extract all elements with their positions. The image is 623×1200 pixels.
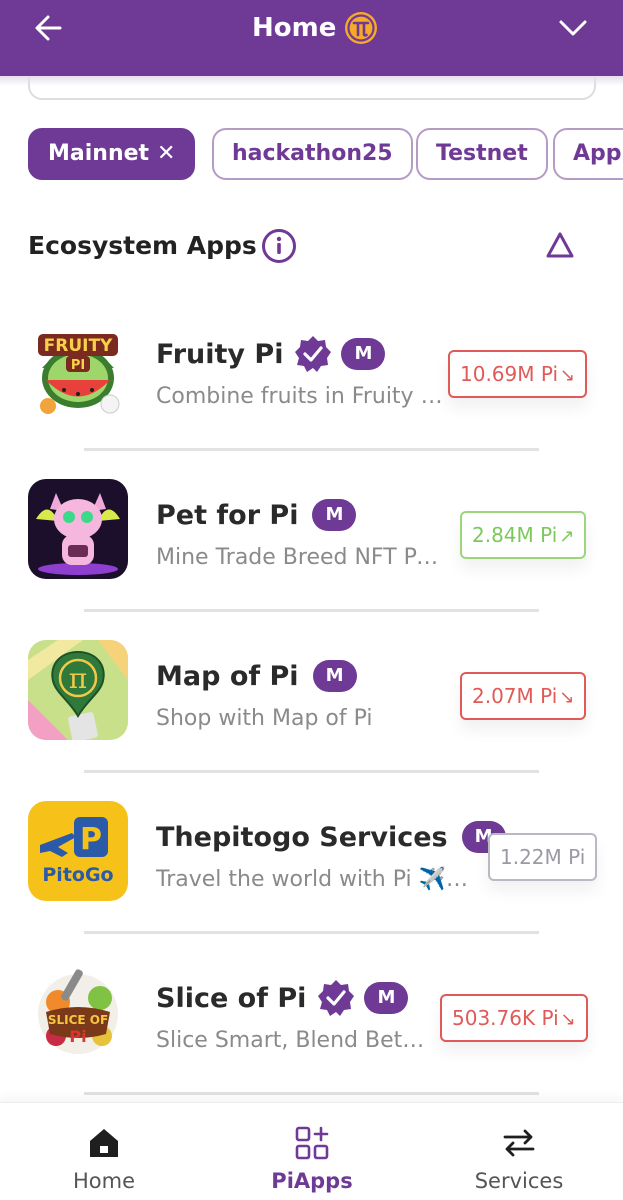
app-name: Map of Pi	[156, 660, 299, 692]
app-name: Pet for Pi	[156, 499, 299, 531]
chip-testnet[interactable]: Testnet	[416, 128, 548, 180]
page-title: Home	[252, 13, 337, 43]
app-title-row: Thepitogo Services M	[156, 817, 506, 857]
app-name: Slice of Pi	[156, 982, 307, 1014]
nav-item-services[interactable]: Services	[415, 1103, 623, 1200]
list-item[interactable]: P PitoGo Thepitogo Services M Travel the…	[0, 773, 623, 934]
verified-icon	[318, 980, 355, 1016]
svg-text:π: π	[69, 662, 87, 695]
app-description: Slice Smart, Blend Better	[156, 1028, 432, 1053]
list-item[interactable]: Pet for Pi M Mine Trade Breed NFT Pets 2…	[0, 451, 623, 612]
trend-down-icon: ↘	[560, 1009, 576, 1030]
list-item[interactable]: FRUITY PI Fruity Pi M Combine fruits in …	[0, 290, 623, 451]
stat-badge: 503.76K Pi ↘	[440, 994, 588, 1042]
app-title-row: Map of Pi M	[156, 656, 357, 696]
app-name: Thepitogo Services	[156, 821, 448, 853]
stat-value: 1.22M Pi	[500, 845, 586, 869]
nav-label: Home	[72, 1169, 135, 1193]
slice-logo-pi: Pi	[69, 1027, 86, 1046]
apps-grid-icon	[295, 1126, 329, 1160]
svg-text:P: P	[80, 822, 102, 857]
pitogo-app-icon: P PitoGo	[28, 801, 128, 901]
trend-down-icon: ↘	[560, 365, 576, 386]
info-icon[interactable]	[261, 228, 297, 264]
app-description: Travel the world with Pi ✈️ and more	[156, 867, 474, 892]
stat-badge: 10.69M Pi ↘	[448, 350, 588, 398]
fruity-pi-app-icon: FRUITY PI	[28, 318, 128, 418]
pi-logo-icon	[343, 10, 379, 46]
header-shadow	[0, 76, 623, 86]
stat-value: 2.07M Pi	[472, 684, 558, 708]
triangle-up-icon[interactable]	[544, 230, 576, 260]
fruity-logo-text: FRUITY	[44, 336, 113, 356]
chip-label: App	[573, 141, 622, 166]
divider	[84, 1092, 539, 1095]
app-title-row: Slice of Pi M	[156, 978, 409, 1018]
bottom-nav: Home PiApps Services	[0, 1102, 623, 1200]
filter-chips: Mainnet ✕ hackathon25 Testnet App	[0, 128, 623, 182]
stat-value: 503.76K Pi	[452, 1006, 559, 1030]
verified-icon	[295, 336, 332, 372]
pitogo-logo-text: PitoGo	[42, 864, 113, 886]
pet-for-pi-app-icon	[28, 479, 128, 579]
slice-logo-text: SLICE OF	[48, 1013, 108, 1027]
stat-badge: 1.22M Pi	[488, 833, 598, 881]
mainnet-badge: M	[312, 660, 357, 692]
nav-label: PiApps	[271, 1169, 353, 1193]
swap-arrows-icon	[503, 1129, 535, 1157]
chip-label: hackathon25	[232, 141, 393, 166]
app-description: Mine Trade Breed NFT Pets	[156, 545, 446, 570]
stat-badge: 2.84M Pi ↗	[460, 511, 587, 559]
nav-item-piapps[interactable]: PiApps	[208, 1103, 416, 1200]
fruity-logo-pi: PI	[71, 358, 85, 373]
back-button[interactable]	[30, 10, 70, 46]
mainnet-badge: M	[312, 499, 357, 531]
stat-value: 2.84M Pi	[472, 523, 558, 547]
app-title-row: Pet for Pi M	[156, 495, 357, 535]
trend-up-icon: ↗	[559, 526, 575, 547]
map-of-pi-app-icon: π	[28, 640, 128, 740]
chip-app[interactable]: App	[553, 128, 623, 180]
chip-mainnet[interactable]: Mainnet ✕	[28, 128, 196, 180]
chevron-down-icon	[559, 20, 587, 36]
app-title-row: Fruity Pi M	[156, 334, 386, 374]
chip-hackathon25[interactable]: hackathon25	[212, 128, 413, 180]
stat-badge: 2.07M Pi ↘	[460, 672, 587, 720]
home-icon	[90, 1129, 118, 1157]
arrow-left-icon	[35, 15, 62, 41]
mainnet-badge: M	[364, 982, 409, 1014]
list-item[interactable]: SLICE OF Pi Slice of Pi M Slice Smart, B…	[0, 934, 623, 1095]
slice-of-pi-app-icon: SLICE OF Pi	[28, 962, 128, 1062]
app-name: Fruity Pi	[156, 338, 284, 370]
trend-down-icon: ↘	[559, 687, 575, 708]
nav-item-home[interactable]: Home	[0, 1103, 208, 1200]
stat-value: 10.69M Pi	[460, 362, 559, 386]
menu-toggle-button[interactable]	[556, 14, 590, 42]
mainnet-badge: M	[341, 338, 386, 370]
close-icon[interactable]: ✕	[157, 130, 175, 178]
chip-label: Testnet	[436, 141, 528, 166]
app-header: Home	[0, 0, 623, 76]
app-description: Shop with Map of Pi	[156, 706, 373, 731]
nav-label: Services	[474, 1169, 564, 1193]
section-title: Ecosystem Apps	[28, 231, 257, 260]
list-item[interactable]: π Map of Pi M Shop with Map of Pi 2.07M …	[0, 612, 623, 773]
chip-label: Mainnet	[48, 141, 150, 166]
app-description: Combine fruits in Fruity Pi and earn rew…	[156, 384, 446, 409]
